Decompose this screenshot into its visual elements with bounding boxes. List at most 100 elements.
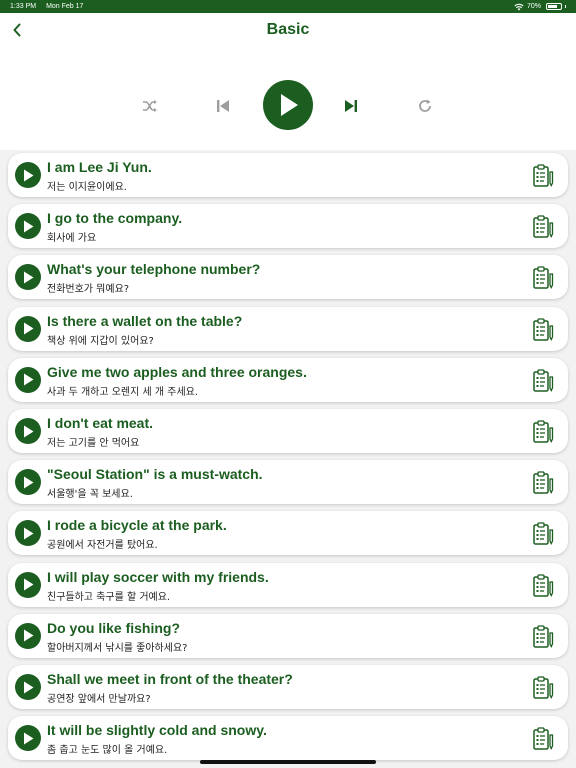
copy-button[interactable] xyxy=(532,215,554,239)
phrase-korean: 저는 고기를 안 먹어요 xyxy=(47,438,140,449)
phrase-english: I will play soccer with my friends. xyxy=(47,568,269,585)
copy-button[interactable] xyxy=(532,317,554,342)
phrase-korean: 책상 위에 지갑이 있어요? xyxy=(47,335,154,347)
clipboard-icon xyxy=(533,420,554,443)
phrase-english: Is there a wallet on the table? xyxy=(47,312,243,329)
skip-previous-icon xyxy=(217,100,229,112)
phrase-english: I am Lee Ji Yun. xyxy=(47,159,152,175)
phrase-card[interactable]: I go to the company. 회사에 가요 xyxy=(8,204,568,249)
clipboard-icon xyxy=(533,266,554,290)
phrase-english: I go to the company. xyxy=(47,210,183,227)
phrase-card[interactable]: It will be slightly cold and snowy. 좀 춥고 … xyxy=(8,716,568,761)
status-right: 70% xyxy=(514,0,566,13)
clipboard-icon xyxy=(533,625,554,648)
phrase-korean: 공연장 앞에서 만날까요? xyxy=(47,694,151,705)
play-icon xyxy=(281,94,298,116)
wifi-icon xyxy=(514,3,524,10)
player-controls xyxy=(0,80,576,132)
phrase-korean: 저는 이지윤이에요. xyxy=(47,182,127,193)
phrase-korean: 전화번호가 뭐예요? xyxy=(47,284,130,296)
status-time: 1:33 PM xyxy=(10,3,37,10)
phrase-card[interactable]: Is there a wallet on the table? 책상 위에 지갑이… xyxy=(8,306,568,351)
phrase-english: I rode a bicycle at the park. xyxy=(47,517,227,534)
phrase-play-button[interactable] xyxy=(15,315,41,342)
phrase-play-button[interactable] xyxy=(15,674,41,700)
play-icon xyxy=(24,578,34,591)
copy-button[interactable] xyxy=(532,164,554,188)
play-icon xyxy=(24,169,34,181)
copy-button[interactable] xyxy=(532,727,554,751)
phrase-play-button[interactable] xyxy=(15,418,41,444)
phrase-card[interactable]: Shall we meet in front of the theater? 공연… xyxy=(8,665,568,709)
phrase-korean: 공원에서 자전거를 탔어요. xyxy=(47,540,158,552)
header: Basic xyxy=(0,13,576,150)
phrase-card[interactable]: What's your telephone number? 전화번호가 뭐예요? xyxy=(8,255,568,300)
status-date: Mon Feb 17 xyxy=(46,3,84,10)
phrase-korean: 할아버지께서 낚시를 좋아하세요? xyxy=(47,642,188,654)
clipboard-icon xyxy=(533,317,554,341)
phrase-play-button[interactable] xyxy=(15,520,41,547)
phrase-play-button[interactable] xyxy=(15,213,41,240)
phrase-card[interactable]: Give me two apples and three oranges. 사과 … xyxy=(8,357,568,402)
clipboard-icon xyxy=(533,522,554,546)
battery-percent: 70% xyxy=(526,3,541,10)
phrase-play-button[interactable] xyxy=(15,622,41,649)
phrase-korean: 사과 두 개하고 오렌지 세 개 주세요. xyxy=(47,386,199,398)
skip-next-icon xyxy=(345,100,357,112)
phrase-english: "Seoul Station" is a must-watch. xyxy=(47,466,263,483)
copy-button[interactable] xyxy=(532,471,554,495)
shuffle-icon xyxy=(143,100,157,112)
repeat-button[interactable] xyxy=(416,97,434,115)
play-icon xyxy=(24,732,34,745)
play-icon xyxy=(24,476,34,489)
previous-button[interactable] xyxy=(214,97,232,115)
phrase-korean: 회사에 가요 xyxy=(47,233,97,245)
play-icon xyxy=(24,629,34,642)
phrase-card[interactable]: "Seoul Station" is a must-watch. 서울행'을 꼭 … xyxy=(8,460,568,505)
phrase-korean: 좀 춥고 눈도 많이 올 거예요. xyxy=(47,745,168,757)
shuffle-button[interactable] xyxy=(141,98,159,114)
phrase-english: Do you like fishing? xyxy=(47,619,181,636)
phrase-play-button[interactable] xyxy=(15,366,41,393)
copy-button[interactable] xyxy=(532,420,554,444)
play-icon xyxy=(24,425,34,437)
phrase-play-button[interactable] xyxy=(15,725,41,752)
battery-icon xyxy=(546,3,562,10)
clipboard-icon xyxy=(533,215,554,239)
phrase-play-button[interactable] xyxy=(15,264,41,291)
phrase-english: Shall we meet in front of the theater? xyxy=(47,671,293,687)
phrase-play-button[interactable] xyxy=(15,571,41,598)
phrase-play-button[interactable] xyxy=(15,162,41,188)
copy-button[interactable] xyxy=(532,625,554,649)
phrase-korean: 서울행'을 꼭 보세요. xyxy=(47,489,133,501)
copy-button[interactable] xyxy=(532,676,554,700)
clipboard-icon xyxy=(533,369,554,392)
clipboard-icon xyxy=(533,164,554,187)
phrase-card[interactable]: I don't eat meat. 저는 고기를 안 먹어요 xyxy=(8,409,568,453)
clipboard-icon xyxy=(533,573,554,597)
phrase-play-button[interactable] xyxy=(15,469,41,496)
phrase-list: I am Lee Ji Yun. 저는 이지윤이에요. I go to the co… xyxy=(0,150,576,768)
phrase-card[interactable]: I am Lee Ji Yun. 저는 이지윤이에요. xyxy=(8,153,568,197)
phrase-english: Give me two apples and three oranges. xyxy=(47,363,307,380)
phrase-card[interactable]: Do you like fishing? 할아버지께서 낚시를 좋아하세요? xyxy=(8,613,568,658)
page-title: Basic xyxy=(266,21,310,38)
copy-button[interactable] xyxy=(532,369,554,393)
copy-button[interactable] xyxy=(532,573,554,598)
clipboard-icon xyxy=(533,471,554,495)
play-icon xyxy=(24,373,34,386)
clipboard-icon xyxy=(533,727,554,751)
phrase-english: What's your telephone number? xyxy=(47,261,261,278)
phrase-card[interactable]: I will play soccer with my friends. 친구들하고… xyxy=(8,562,568,607)
play-icon xyxy=(24,322,34,335)
copy-button[interactable] xyxy=(532,522,554,546)
phrase-korean: 친구들하고 축구를 할 거예요. xyxy=(47,591,171,603)
status-bar: 1:33 PM Mon Feb 17 70% xyxy=(0,0,576,13)
clipboard-icon xyxy=(533,676,554,699)
phrase-card[interactable]: I rode a bicycle at the park. 공원에서 자전거를 탔… xyxy=(8,511,568,556)
next-button[interactable] xyxy=(342,97,360,115)
play-icon xyxy=(24,271,34,284)
play-button[interactable] xyxy=(263,80,313,130)
copy-button[interactable] xyxy=(532,266,554,290)
phrase-english: I don't eat meat. xyxy=(47,415,154,431)
